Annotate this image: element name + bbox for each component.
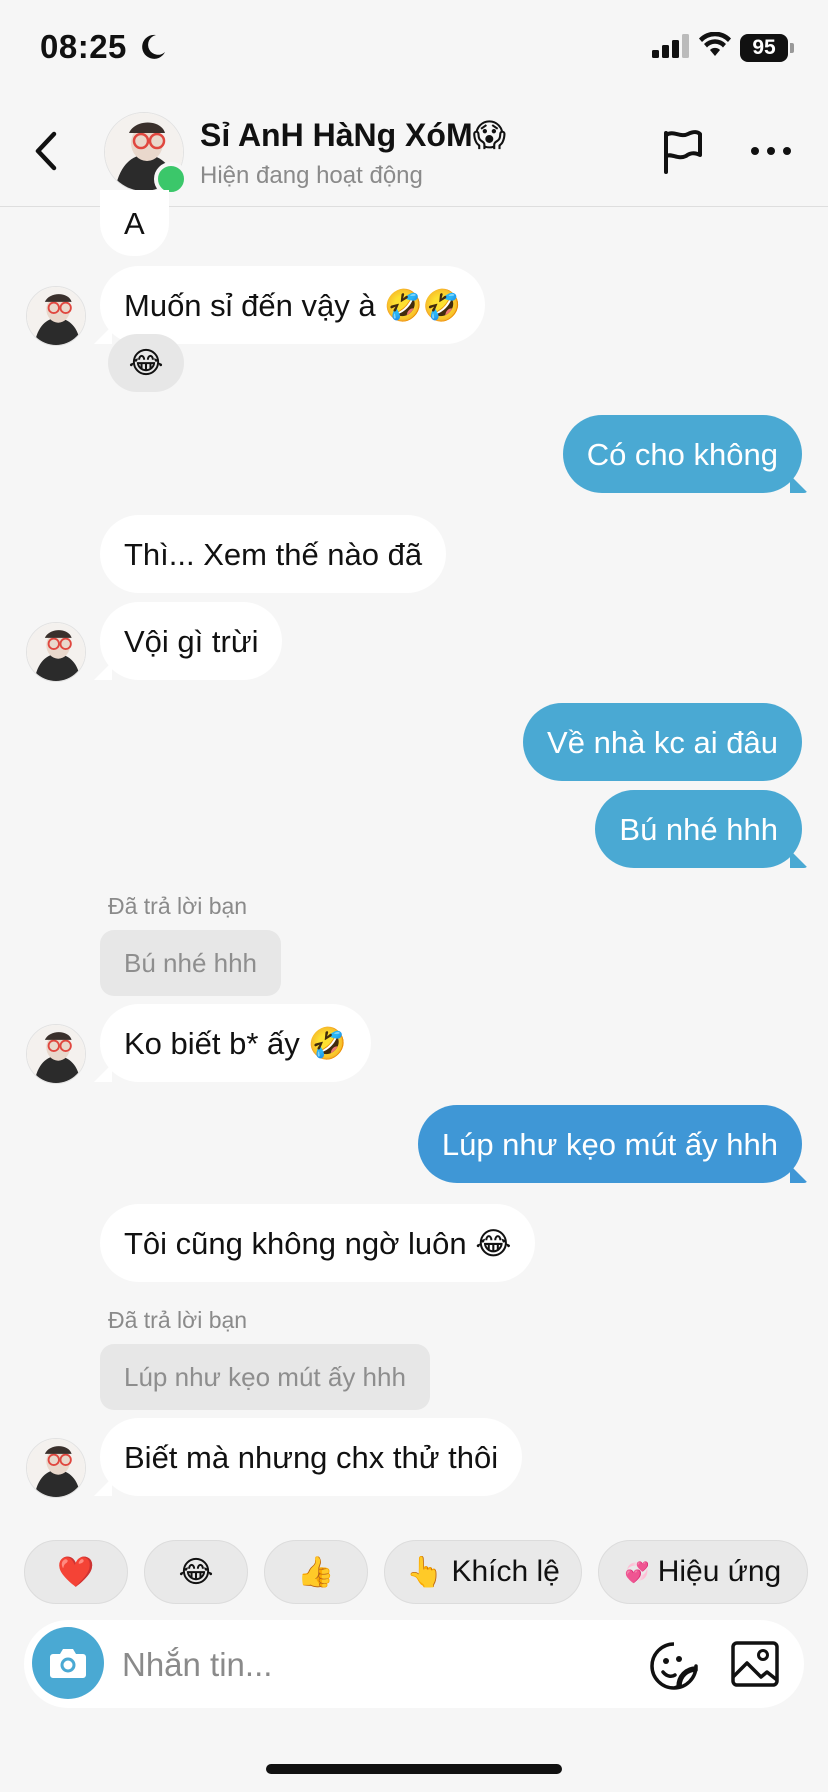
message-received[interactable]: Vội gì trừi bbox=[100, 602, 283, 680]
message-sent[interactable]: Có cho không bbox=[562, 415, 802, 493]
more-options-icon[interactable] bbox=[748, 138, 794, 164]
sender-avatar[interactable] bbox=[26, 1438, 86, 1498]
sender-avatar[interactable] bbox=[26, 1024, 86, 1084]
signal-icon bbox=[652, 34, 689, 58]
camera-button[interactable] bbox=[32, 1627, 104, 1699]
image-gallery-icon[interactable] bbox=[730, 1640, 780, 1688]
quick-reply-heart[interactable]: ❤️ bbox=[24, 1540, 128, 1604]
reply-label: Đã trả lời bạn bbox=[108, 1307, 248, 1333]
message-sent[interactable]: Về nhà kc ai đâu bbox=[523, 703, 802, 781]
camera-icon bbox=[50, 1649, 86, 1678]
message-received[interactable]: Muốn sỉ đến vậy à 🤣🤣 bbox=[100, 266, 486, 344]
quick-reply-encourage-label: Khích lệ bbox=[451, 1555, 560, 1588]
message-received[interactable]: Tôi cũng không ngờ luôn 😂 bbox=[100, 1204, 536, 1282]
moon-icon bbox=[142, 34, 165, 59]
sender-avatar[interactable] bbox=[26, 286, 86, 346]
message-reaction[interactable]: 😂 bbox=[108, 334, 184, 392]
hearts-icon: 💞 bbox=[624, 1561, 650, 1584]
sticker-icon[interactable] bbox=[648, 1640, 700, 1692]
sender-avatar[interactable] bbox=[26, 622, 86, 682]
battery-tip bbox=[790, 43, 794, 53]
contact-activity-status: Hiện đang hoạt động bbox=[200, 162, 423, 189]
home-indicator[interactable] bbox=[266, 1764, 562, 1774]
message-received[interactable]: Thì... Xem thế nào đã bbox=[100, 515, 447, 593]
battery-indicator: 95 bbox=[740, 34, 788, 62]
message-input[interactable]: Nhắn tin... bbox=[122, 1646, 272, 1684]
quick-reply-thumbs-up[interactable]: 👍 bbox=[264, 1540, 368, 1604]
message-sent[interactable]: Bú nhé hhh bbox=[595, 790, 802, 868]
message-received[interactable]: Ko biết b* ấy 🤣 bbox=[100, 1004, 371, 1082]
wifi-icon bbox=[699, 32, 731, 56]
reply-quote[interactable]: Bú nhé hhh bbox=[100, 930, 282, 996]
pointing-hand-icon: 👆 bbox=[406, 1555, 444, 1589]
message-received[interactable]: A bbox=[100, 190, 169, 256]
quick-reply-effects-label: Hiệu ứng bbox=[657, 1555, 782, 1588]
message-sent[interactable]: Lúp như kẹo mút ấy hhh bbox=[417, 1105, 802, 1183]
message-received[interactable]: Biết mà nhưng chx thử thôi bbox=[100, 1418, 523, 1496]
status-time: 08:25 bbox=[40, 28, 127, 65]
reply-quote[interactable]: Lúp như kẹo mút ấy hhh bbox=[100, 1344, 430, 1410]
quick-reply-effects[interactable]: 💞 Hiệu ứng bbox=[598, 1540, 808, 1604]
flag-icon[interactable] bbox=[660, 128, 706, 176]
reply-label: Đã trả lời bạn bbox=[108, 893, 248, 919]
quick-reply-laugh[interactable]: 😂 bbox=[144, 1540, 248, 1604]
back-arrow-icon[interactable] bbox=[28, 128, 68, 174]
contact-name[interactable]: Sỉ AnH HàNg XóM😱 bbox=[200, 116, 506, 154]
quick-reply-encourage[interactable]: 👆 Khích lệ bbox=[384, 1540, 582, 1604]
